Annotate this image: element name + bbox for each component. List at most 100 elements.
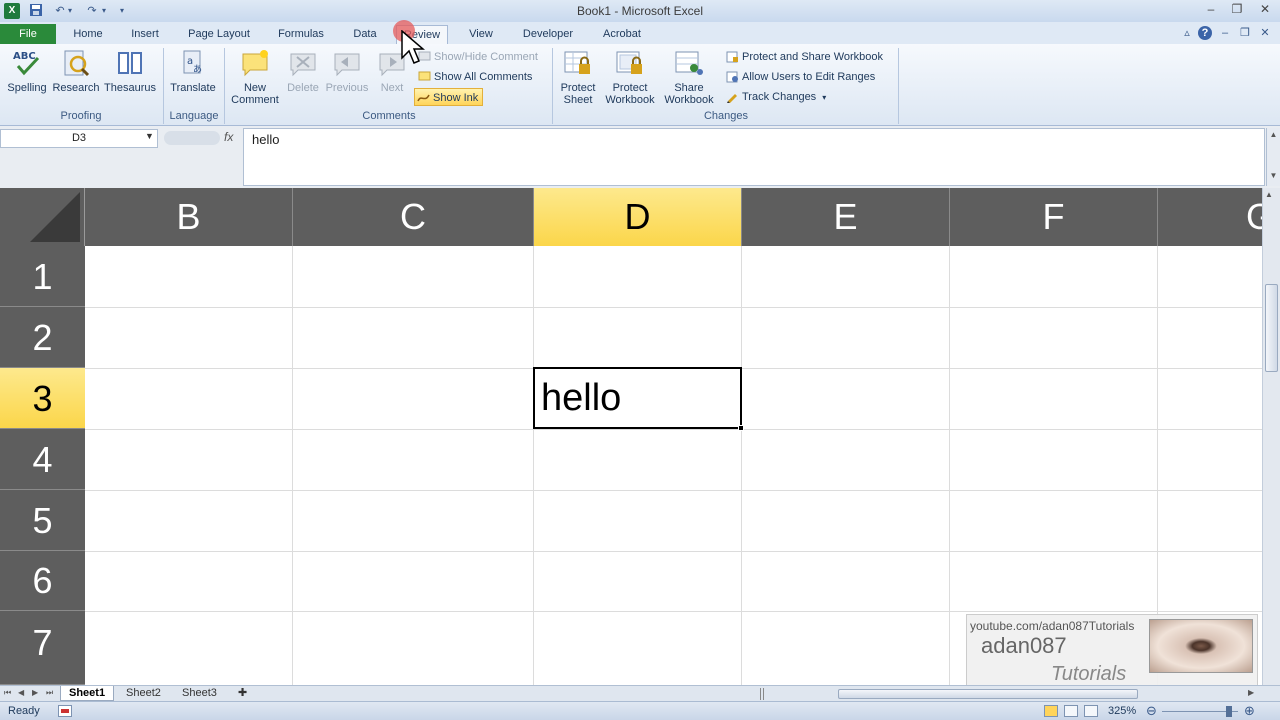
row-header-4[interactable]: 4: [0, 429, 85, 490]
svg-text:ABC: ABC: [13, 51, 36, 62]
tab-page-layout[interactable]: Page Layout: [178, 25, 260, 44]
chevron-down-icon: ▾: [822, 93, 827, 102]
show-ink-button[interactable]: Show Ink: [414, 88, 484, 106]
svg-text:あ: あ: [193, 64, 202, 75]
page-break-view-icon[interactable]: [1084, 705, 1098, 717]
minimize-ribbon-icon[interactable]: ▵: [1180, 26, 1194, 40]
protect-sheet-icon: [563, 48, 593, 78]
group-separator: [224, 48, 225, 124]
column-header-g[interactable]: G: [1158, 188, 1262, 246]
vertical-scroll-thumb[interactable]: [1265, 284, 1278, 372]
spelling-button[interactable]: ABC Spelling: [4, 48, 50, 94]
restore-icon[interactable]: ❐: [1224, 0, 1250, 18]
translate-button[interactable]: aあ Translate: [166, 48, 220, 94]
allow-users-edit-ranges-button[interactable]: Allow Users to Edit Ranges: [724, 68, 875, 86]
tab-formulas[interactable]: Formulas: [270, 25, 332, 44]
research-button[interactable]: Research: [52, 48, 100, 94]
protect-workbook-button[interactable]: Protect Workbook: [602, 48, 658, 106]
tab-file[interactable]: File: [0, 24, 56, 44]
tab-home[interactable]: Home: [62, 25, 114, 44]
formula-splitter[interactable]: [164, 131, 220, 145]
gridline: [85, 429, 1262, 430]
group-separator: [552, 48, 553, 124]
help-icon[interactable]: ?: [1198, 26, 1212, 40]
new-comment-icon: [240, 48, 270, 78]
sheet-tab-sheet1[interactable]: Sheet1: [60, 686, 115, 701]
spelling-icon: ABC: [12, 48, 42, 78]
insert-sheet-icon[interactable]: ✚: [230, 686, 255, 701]
normal-view-icon[interactable]: [1044, 705, 1058, 717]
last-sheet-icon[interactable]: ⏭: [46, 688, 53, 698]
scroll-right-icon[interactable]: ▶: [1248, 688, 1254, 697]
vertical-scrollbar[interactable]: ▲: [1262, 188, 1280, 685]
zoom-in-icon[interactable]: ⊕: [1244, 703, 1255, 719]
show-hide-comment-button[interactable]: Show/Hide Comment: [416, 48, 538, 66]
active-cell-d3[interactable]: hello: [533, 367, 742, 429]
tab-acrobat[interactable]: Acrobat: [592, 25, 652, 44]
column-header-b[interactable]: B: [85, 188, 293, 246]
gridline: [85, 611, 1262, 612]
zoom-slider-knob[interactable]: [1226, 706, 1232, 717]
tab-split-handle[interactable]: [760, 688, 764, 700]
chevron-up-icon[interactable]: ▲: [1267, 130, 1280, 139]
tab-view[interactable]: View: [458, 25, 504, 44]
gridline: [949, 246, 950, 685]
name-box-dropdown-icon[interactable]: ▼: [145, 131, 154, 141]
show-all-comments-button[interactable]: Show All Comments: [416, 68, 532, 86]
track-changes-button[interactable]: Track Changes ▾: [724, 88, 826, 106]
select-all-button[interactable]: [0, 188, 85, 246]
name-box[interactable]: D3: [0, 129, 158, 148]
column-header-f[interactable]: F: [950, 188, 1158, 246]
track-changes-icon: [726, 91, 739, 103]
next-sheet-icon[interactable]: ▶: [32, 688, 38, 697]
tab-data[interactable]: Data: [342, 25, 388, 44]
fill-handle[interactable]: [738, 425, 744, 431]
previous-comment-button[interactable]: Previous: [324, 48, 370, 94]
show-ink-icon: [417, 92, 430, 104]
watermark-name: adan087: [981, 633, 1067, 658]
row-header-5[interactable]: 5: [0, 490, 85, 551]
insert-function-icon[interactable]: fx: [224, 130, 233, 144]
workbook-close-icon[interactable]: ✕: [1258, 26, 1272, 40]
row-header-2[interactable]: 2: [0, 307, 85, 368]
workbook-restore-icon[interactable]: ❐: [1238, 26, 1252, 40]
formula-bar-scroll[interactable]: ▲ ▼: [1266, 128, 1280, 186]
share-workbook-button[interactable]: Share Workbook: [660, 48, 718, 106]
status-bar: Ready 325% ⊖ ⊕: [0, 701, 1280, 720]
column-header-d[interactable]: D: [534, 188, 742, 246]
protect-sheet-button[interactable]: Protect Sheet: [556, 48, 600, 106]
zoom-level[interactable]: 325%: [1108, 705, 1136, 717]
first-sheet-icon[interactable]: ⏮: [4, 688, 11, 698]
row-header-3[interactable]: 3: [0, 368, 85, 429]
thesaurus-icon: [115, 48, 145, 78]
share-workbook-icon: [674, 48, 704, 78]
thesaurus-button[interactable]: Thesaurus: [102, 48, 158, 94]
research-icon: [61, 48, 91, 78]
column-header-e[interactable]: E: [742, 188, 950, 246]
chevron-up-icon[interactable]: ▲: [1265, 190, 1273, 199]
page-layout-view-icon[interactable]: [1064, 705, 1078, 717]
tab-developer[interactable]: Developer: [512, 25, 584, 44]
tab-insert[interactable]: Insert: [120, 25, 170, 44]
row-header-1[interactable]: 1: [0, 246, 85, 307]
channel-watermark: youtube.com/adan087Tutorials adan087 Tut…: [966, 614, 1258, 686]
chevron-down-icon[interactable]: ▼: [1267, 171, 1280, 180]
formula-input[interactable]: hello: [243, 128, 1265, 186]
close-icon[interactable]: ✕: [1252, 0, 1278, 18]
protect-share-workbook-button[interactable]: Protect and Share Workbook: [724, 48, 883, 66]
prev-sheet-icon[interactable]: ◀: [18, 688, 24, 697]
horizontal-scroll-thumb[interactable]: [838, 689, 1138, 699]
column-header-c[interactable]: C: [293, 188, 534, 246]
sheet-tab-bar: ⏮ ◀ ▶ ⏭ Sheet1 Sheet2 Sheet3 ✚ ▶: [0, 685, 1280, 701]
gridline: [85, 551, 1262, 552]
zoom-out-icon[interactable]: ⊖: [1146, 703, 1157, 719]
macro-record-icon[interactable]: [58, 705, 72, 717]
sheet-tab-sheet3[interactable]: Sheet3: [174, 686, 225, 701]
sheet-tab-sheet2[interactable]: Sheet2: [118, 686, 169, 701]
row-header-6[interactable]: 6: [0, 551, 85, 611]
row-header-7[interactable]: 7: [0, 611, 85, 685]
workbook-minimize-icon[interactable]: –: [1218, 26, 1232, 40]
new-comment-button[interactable]: New Comment: [228, 48, 282, 106]
minimize-icon[interactable]: –: [1198, 0, 1224, 18]
delete-comment-button[interactable]: Delete: [284, 48, 322, 94]
